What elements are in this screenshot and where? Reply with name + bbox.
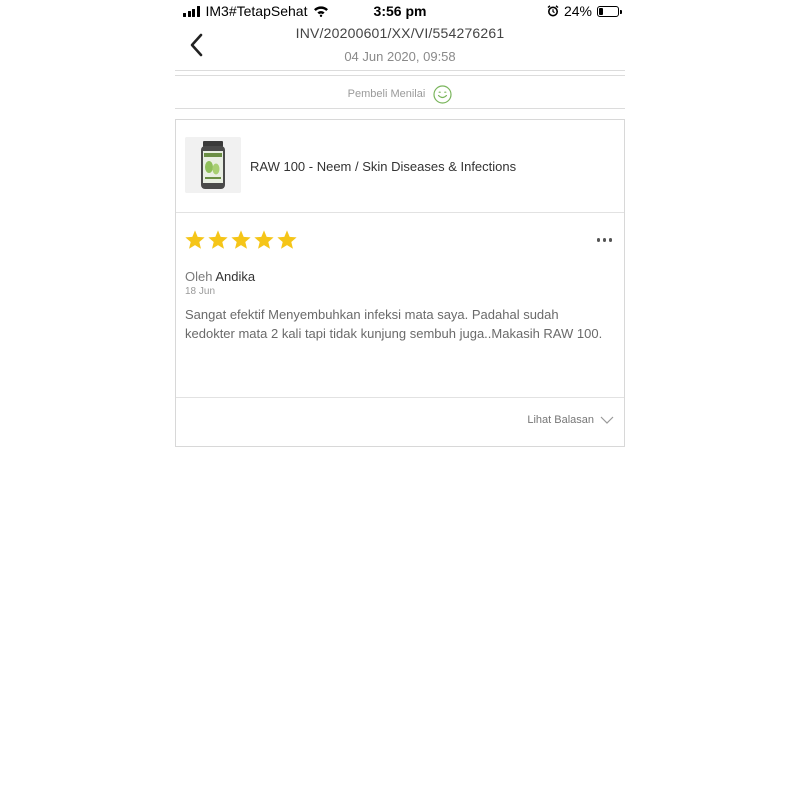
product-row[interactable]: RAW 100 - Neem / Skin Diseases & Infecti… xyxy=(176,120,624,213)
author-name: Andika xyxy=(215,269,256,284)
review-footer: Lihat Balasan xyxy=(176,397,624,447)
alarm-icon xyxy=(547,5,559,17)
header: INV/20200601/XX/VI/554276261 04 Jun 2020… xyxy=(175,24,625,72)
rating-status: Pembeli Menilai xyxy=(175,80,625,108)
divider xyxy=(175,75,625,76)
dot-icon xyxy=(596,238,600,242)
divider xyxy=(175,70,625,71)
chevron-down-icon xyxy=(600,416,614,424)
phone-screen: IM3#TetapSehat 3:56 pm 24% INV/20200601/… xyxy=(175,0,625,800)
dot-icon xyxy=(608,238,612,242)
star-icon xyxy=(208,230,228,249)
see-reply-label: Lihat Balasan xyxy=(527,414,594,426)
star-icon xyxy=(277,230,297,249)
product-bottle-image xyxy=(185,137,241,193)
star-icon xyxy=(185,230,205,249)
see-reply-button[interactable]: Lihat Balasan xyxy=(527,414,614,426)
dot-icon xyxy=(602,238,606,242)
smiley-icon xyxy=(433,84,452,104)
review-author: Oleh Andika xyxy=(185,269,255,284)
battery-percent: 24% xyxy=(563,3,592,19)
author-prefix: Oleh xyxy=(185,269,213,284)
battery-fill xyxy=(599,7,603,15)
divider xyxy=(175,108,625,109)
star-icon xyxy=(231,230,251,249)
review-date: 18 Jun xyxy=(185,286,216,297)
product-name[interactable]: RAW 100 - Neem / Skin Diseases & Infecti… xyxy=(250,159,516,174)
product-thumbnail[interactable] xyxy=(185,137,241,193)
invoice-datetime: 04 Jun 2020, 09:58 xyxy=(344,49,456,64)
review-card: RAW 100 - Neem / Skin Diseases & Infecti… xyxy=(175,119,625,447)
battery-icon xyxy=(597,5,622,17)
rating-status-label: Pembeli Menilai xyxy=(347,88,426,100)
star-rating xyxy=(184,229,298,251)
more-options-button[interactable] xyxy=(596,234,612,246)
invoice-number: INV/20200601/XX/VI/554276261 xyxy=(295,25,505,41)
star-icon xyxy=(254,230,274,249)
status-bar: IM3#TetapSehat 3:56 pm 24% xyxy=(175,0,625,24)
status-right: 24% xyxy=(547,3,622,19)
review-text: Sangat efektif Menyembuhkan infeksi mata… xyxy=(185,307,603,341)
